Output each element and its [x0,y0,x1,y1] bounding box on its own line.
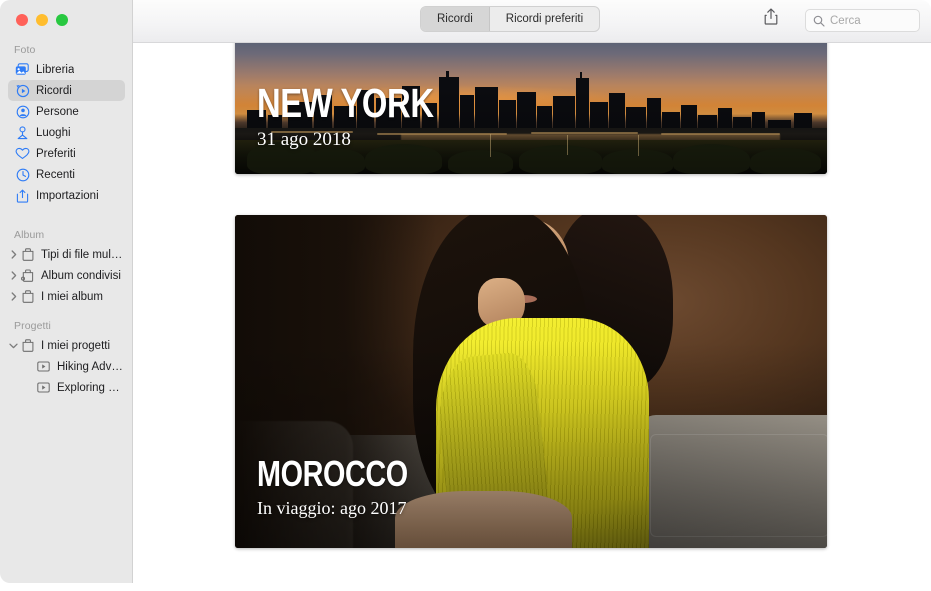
sidebar-item-exploring-morocco[interactable]: Exploring M... [8,377,125,398]
sidebar-item-label: Ricordi [36,84,72,97]
photos-app-window: Foto Libreria Ricordi Persone Luoghi Pre… [0,0,931,583]
memory-title: NEW YORK [257,80,434,126]
memory-title: MOROCCO [257,453,408,494]
memory-caption-new-york: NEW YORK 31 ago 2018 [257,83,478,151]
share-icon [764,8,778,30]
share-button[interactable] [758,8,784,30]
toolbar: Ricordi Ricordi preferiti Cerca [133,0,931,43]
import-icon [14,188,31,203]
segment-ricordi-preferiti[interactable]: Ricordi preferiti [490,7,599,31]
view-mode-segmented-control[interactable]: Ricordi Ricordi preferiti [420,6,601,32]
memory-card-new-york[interactable]: NEW YORK 31 ago 2018 [235,43,827,174]
sidebar-item-label: Album condivisi [41,269,121,282]
chevron-right-icon[interactable] [8,250,19,259]
sidebar-header-progetti: Progetti [14,320,51,332]
sidebar-item-label: Exploring M... [57,381,125,394]
close-button[interactable] [16,14,28,26]
sidebar-item-label: Persone [36,105,79,118]
sidebar-section-progetti: Progetti I miei progetti Hiking Adve... [0,320,133,398]
chevron-right-icon[interactable] [8,292,19,301]
search-icon [813,15,825,27]
sidebar: Foto Libreria Ricordi Persone Luoghi Pre… [0,0,133,583]
segment-ricordi[interactable]: Ricordi [421,7,490,31]
sidebar-item-preferiti[interactable]: Preferiti [8,143,125,164]
memory-caption-morocco: MOROCCO In viaggio: ago 2017 [257,456,446,519]
folder-icon [19,289,36,304]
shared-folder-icon [19,268,36,283]
photo-stack-icon [14,62,31,77]
sidebar-item-label: Recenti [36,168,75,181]
slideshow-icon [35,359,52,374]
heart-icon [14,146,31,161]
memory-card-morocco[interactable]: MOROCCO In viaggio: ago 2017 [235,215,827,548]
sidebar-item-label: Luoghi [36,126,71,139]
memory-subtitle: 31 ago 2018 [257,129,351,150]
map-pin-icon [14,125,31,140]
sidebar-header-album: Album [14,229,45,241]
chevron-right-icon[interactable] [8,271,19,280]
memories-icon [14,83,31,98]
sidebar-item-importazioni[interactable]: Importazioni [8,185,125,206]
chevron-down-icon[interactable] [8,343,19,349]
sidebar-item-label: Importazioni [36,189,99,202]
sidebar-item-hiking-adventure[interactable]: Hiking Adve... [8,356,125,377]
search-field[interactable]: Cerca [805,9,920,32]
memory-subtitle: In viaggio: ago 2017 [257,498,407,518]
sidebar-item-label: Libreria [36,63,75,76]
folder-icon [19,247,36,262]
search-placeholder: Cerca [830,14,861,27]
sidebar-item-libreria[interactable]: Libreria [8,59,125,80]
sidebar-item-label: I miei progetti [41,339,111,352]
sidebar-item-album-condivisi[interactable]: Album condivisi [8,265,125,286]
zoom-button[interactable] [56,14,68,26]
sidebar-item-ricordi[interactable]: Ricordi [8,80,125,101]
sidebar-item-label: Tipi di file multi... [41,248,125,261]
sidebar-section-album: Album Tipi di file multi... Album condiv… [0,229,133,307]
sidebar-item-label: I miei album [41,290,103,303]
sidebar-item-luoghi[interactable]: Luoghi [8,122,125,143]
slideshow-icon [35,380,52,395]
sidebar-item-recenti[interactable]: Recenti [8,164,125,185]
sidebar-item-i-miei-album[interactable]: I miei album [8,286,125,307]
memories-list[interactable]: NEW YORK 31 ago 2018 MOROCCO In viaggio:… [133,43,931,583]
sidebar-item-persone[interactable]: Persone [8,101,125,122]
minimize-button[interactable] [36,14,48,26]
clock-icon [14,167,31,182]
sidebar-item-label: Preferiti [36,147,76,160]
sidebar-header-foto: Foto [14,44,36,56]
person-icon [14,104,31,119]
sidebar-item-tipi-file-multimediali[interactable]: Tipi di file multi... [8,244,125,265]
window-controls [16,14,68,26]
folder-icon [19,338,36,353]
sidebar-section-foto: Foto Libreria Ricordi Persone Luoghi Pre… [0,44,133,206]
sidebar-item-i-miei-progetti[interactable]: I miei progetti [8,335,125,356]
sidebar-item-label: Hiking Adve... [57,360,125,373]
